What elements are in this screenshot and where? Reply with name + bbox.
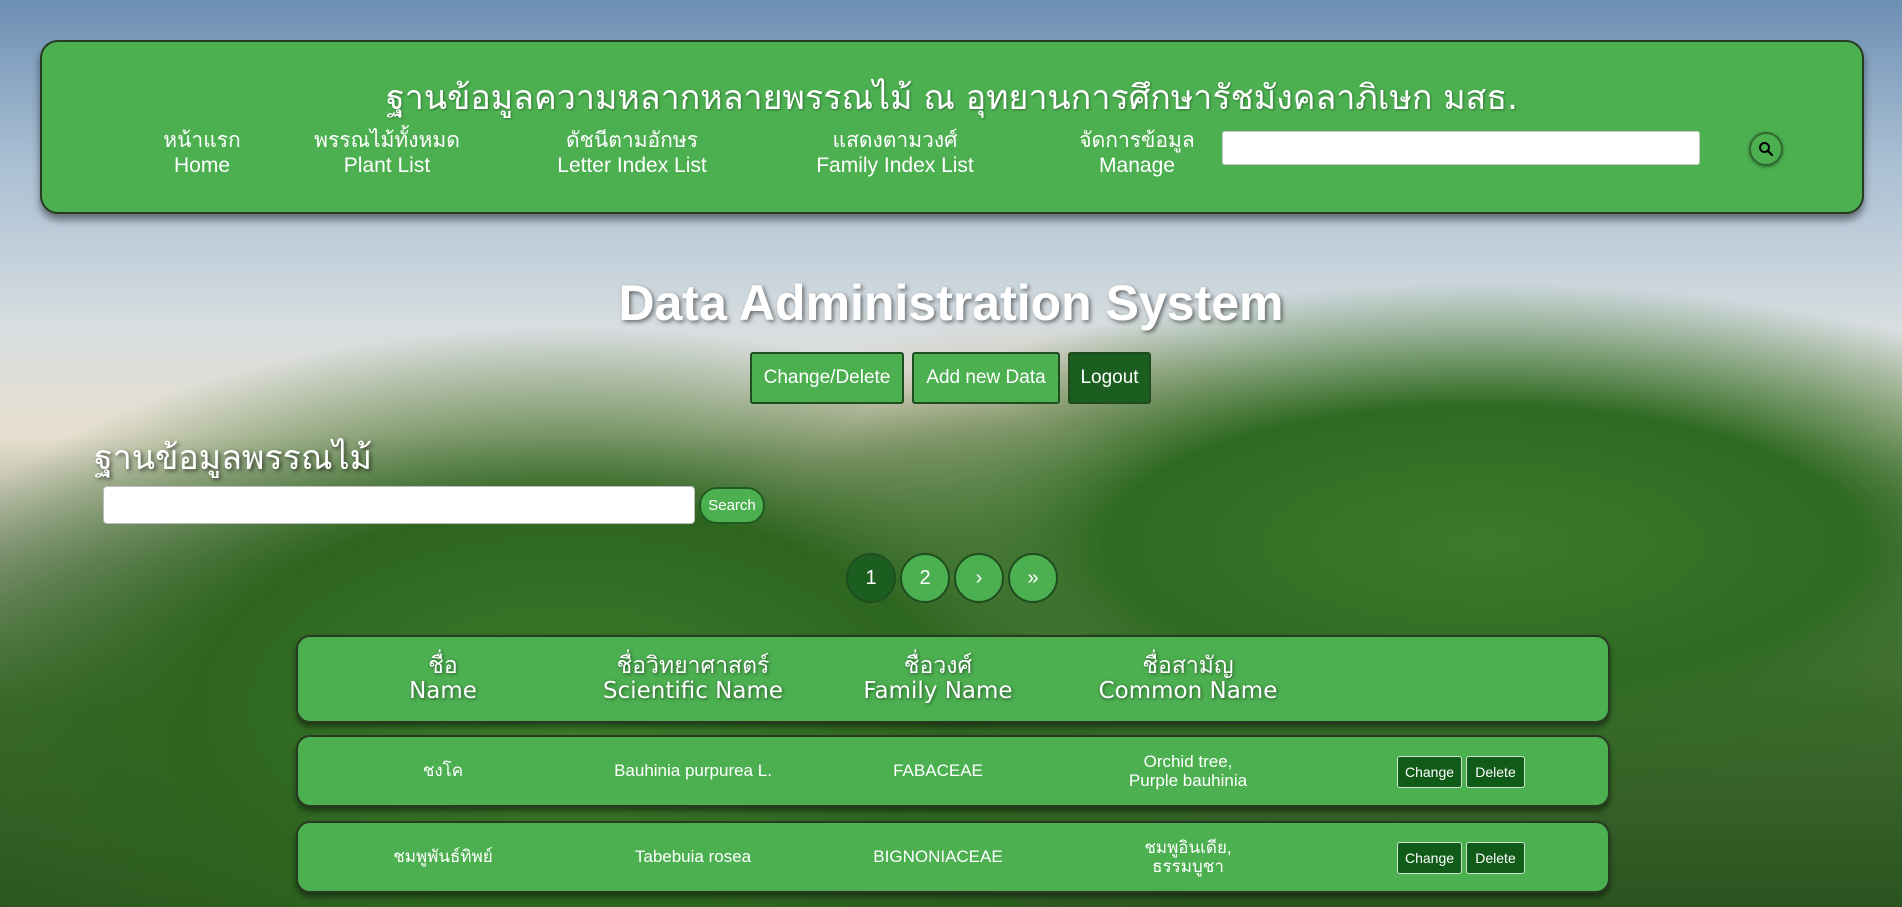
nav-search-input[interactable] xyxy=(1222,131,1700,165)
header-scientific-name-en: Scientific Name xyxy=(602,678,784,704)
header-common-name: ชื่อสามัญ Common Name xyxy=(1088,654,1288,704)
magnifier-icon xyxy=(1759,142,1774,157)
header-name-thai: ชื่อ xyxy=(428,653,458,679)
nav-home-thai: หน้าแรก xyxy=(163,129,241,152)
header-common-name-en: Common Name xyxy=(1098,678,1278,704)
cell-common-name-line: Purple bauhinia xyxy=(1128,771,1248,790)
nav-plant-list[interactable]: พรรณไม้ทั้งหมด Plant List xyxy=(282,128,492,178)
nav-search-button[interactable] xyxy=(1749,132,1783,166)
header-family-name-thai: ชื่อวงศ์ xyxy=(903,653,973,679)
database-search-button[interactable]: Search xyxy=(699,487,765,524)
cell-family-name: BIGNONIACEAE xyxy=(873,847,1003,866)
page-2-button[interactable]: 2 xyxy=(900,553,950,603)
nav-manage[interactable]: จัดการข้อมูล Manage xyxy=(1042,128,1232,178)
header-scientific-name: ชื่อวิทยาศาสตร์ Scientific Name xyxy=(578,654,808,704)
table-row: ชมพูพันธ์ทิพย์ Tabebuia rosea BIGNONIACE… xyxy=(296,821,1610,893)
nav-manage-en: Manage xyxy=(1099,154,1175,177)
cell-common-name-line: ธรรมบูชา xyxy=(1152,857,1224,876)
change-button[interactable]: Change xyxy=(1397,842,1462,874)
cell-common-name-line: Orchid tree, xyxy=(1143,752,1233,771)
cell-scientific-name: Tabebuia rosea xyxy=(634,847,752,866)
nav-plant-list-thai: พรรณไม้ทั้งหมด xyxy=(314,129,460,152)
table-row: ชงโค Bauhinia purpurea L. FABACEAE Orchi… xyxy=(296,735,1610,807)
cell-common-name-line: ชมพูอินเดีย, xyxy=(1144,838,1232,857)
page-title: Data Administration System xyxy=(618,275,1284,331)
header-common-name-thai: ชื่อสามัญ xyxy=(1142,653,1234,679)
nav-letter-index-thai: ดัชนีตามอักษร xyxy=(566,129,698,152)
header-scientific-name-thai: ชื่อวิทยาศาสตร์ xyxy=(616,653,770,679)
delete-button[interactable]: Delete xyxy=(1466,756,1525,788)
nav-family-index-en: Family Index List xyxy=(816,154,974,177)
nav-letter-index-en: Letter Index List xyxy=(557,154,707,177)
cell-scientific-name: Bauhinia purpurea L. xyxy=(614,761,772,780)
delete-button[interactable]: Delete xyxy=(1466,842,1525,874)
nav-letter-index[interactable]: ดัชนีตามอักษร Letter Index List xyxy=(522,128,742,178)
cell-name: ชงโค xyxy=(422,761,464,780)
table-header: ชื่อ Name ชื่อวิทยาศาสตร์ Scientific Nam… xyxy=(296,635,1610,723)
nav-manage-thai: จัดการข้อมูล xyxy=(1079,129,1195,152)
next-page-button[interactable]: › xyxy=(954,553,1004,603)
page-1-button[interactable]: 1 xyxy=(846,553,896,603)
cell-common-name: ชมพูอินเดีย, ธรรมบูชา xyxy=(1088,838,1288,876)
database-search-input[interactable] xyxy=(103,486,695,524)
header-name-en: Name xyxy=(409,678,477,704)
cell-common-name: Orchid tree, Purple bauhinia xyxy=(1088,752,1288,790)
header-family-name: ชื่อวงศ์ Family Name xyxy=(848,654,1028,704)
cell-family-name: FABACEAE xyxy=(893,761,983,780)
header-family-name-en: Family Name xyxy=(863,678,1013,704)
add-new-data-button[interactable]: Add new Data xyxy=(912,352,1060,404)
cell-name: ชมพูพันธ์ทิพย์ xyxy=(393,847,493,866)
nav-plant-list-en: Plant List xyxy=(343,154,431,177)
logout-button[interactable]: Logout xyxy=(1068,352,1151,404)
nav-home[interactable]: หน้าแรก Home xyxy=(117,128,287,178)
change-delete-button[interactable]: Change/Delete xyxy=(750,352,904,404)
site-header: ฐานข้อมูลความหลากหลายพรรณไม้ ณ อุทยานการ… xyxy=(40,40,1864,214)
nav-family-index[interactable]: แสดงตามวงศ์ Family Index List xyxy=(780,128,1010,178)
header-name: ชื่อ Name xyxy=(358,654,528,704)
last-page-button[interactable]: » xyxy=(1008,553,1058,603)
site-title: ฐานข้อมูลความหลากหลายพรรณไม้ ณ อุทยานการ… xyxy=(386,78,1518,118)
nav-family-index-thai: แสดงตามวงศ์ xyxy=(832,129,958,152)
nav-home-en: Home xyxy=(173,154,231,177)
database-title: ฐานข้อมูลพรรณไม้ xyxy=(94,438,372,478)
change-button[interactable]: Change xyxy=(1397,756,1462,788)
